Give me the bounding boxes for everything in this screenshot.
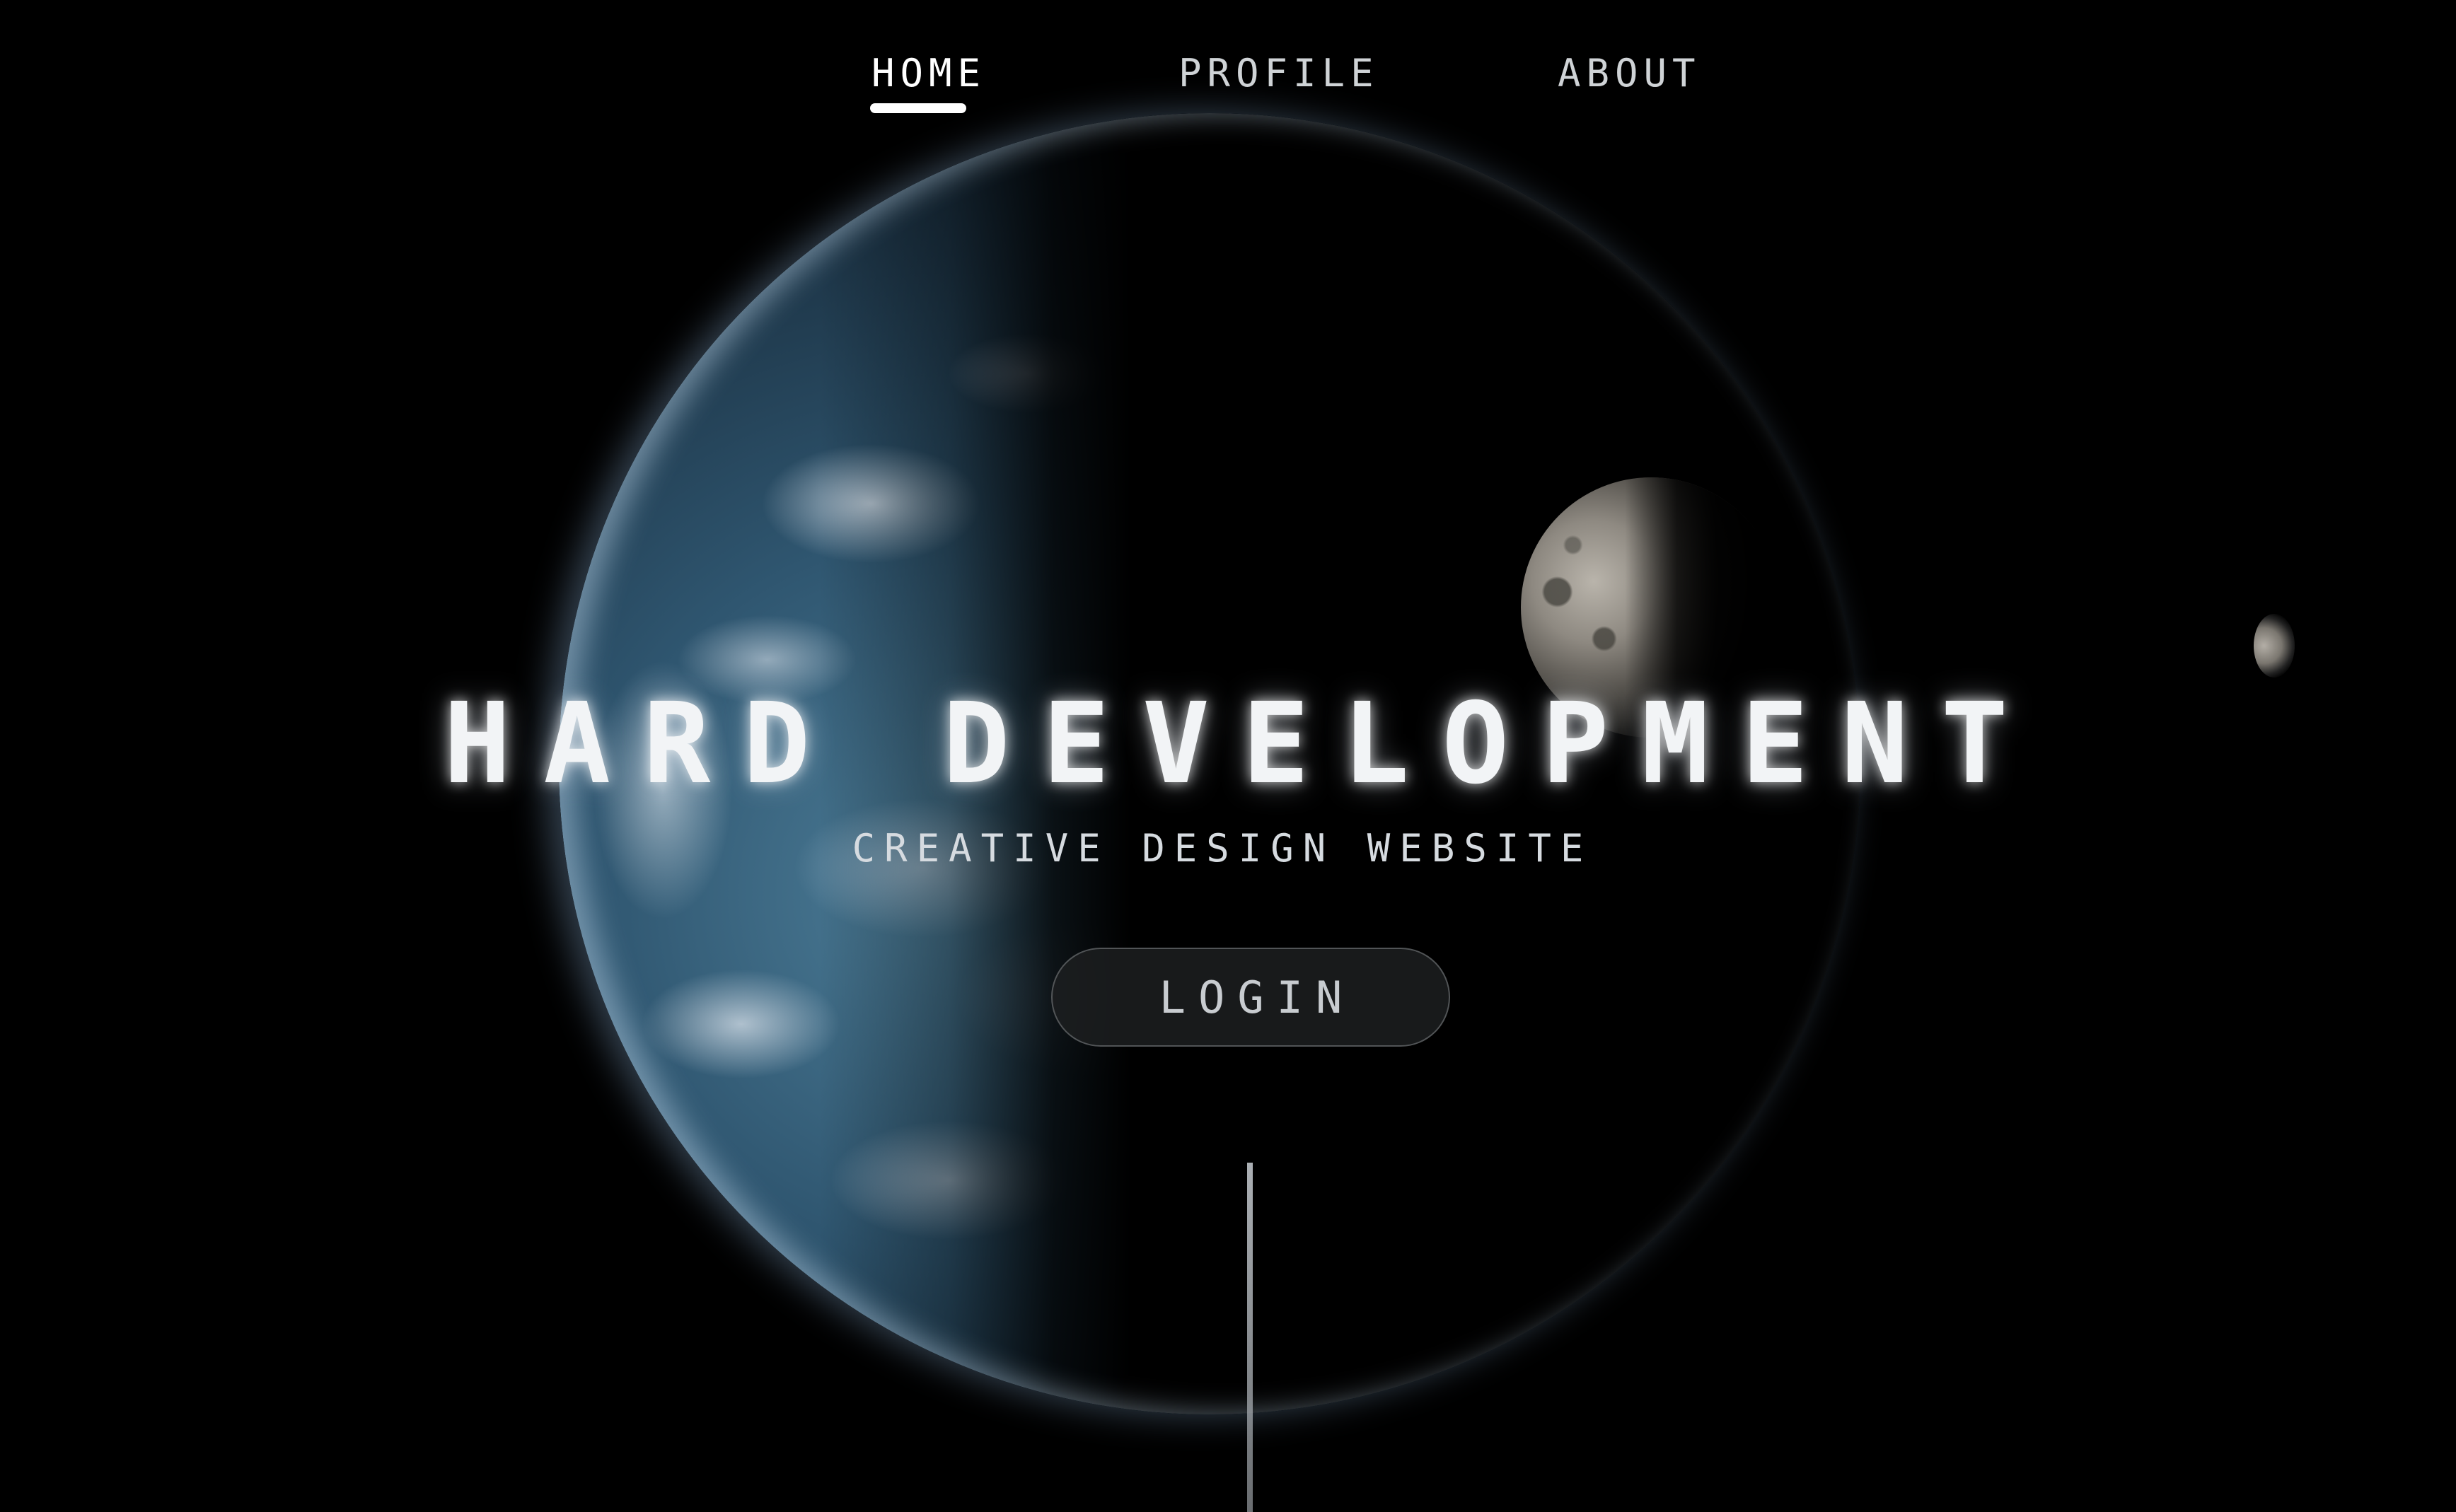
nav-link-about[interactable]: ABOUT <box>1558 51 1701 95</box>
hero-title: HARD DEVELOPMENT <box>444 679 2041 809</box>
nav-link-home[interactable]: HOME <box>871 51 986 95</box>
login-button-label: LOGIN <box>1159 971 1355 1023</box>
hero-subtitle: CREATIVE DESIGN WEBSITE <box>852 826 1593 871</box>
nav-active-indicator <box>870 103 966 113</box>
login-button[interactable]: LOGIN <box>1051 948 1450 1047</box>
landing-page: HOME PROFILE ABOUT HARD DEVELOPMENT CREA… <box>0 0 2456 1512</box>
scroll-indicator-line <box>1247 1163 1253 1512</box>
small-moon-image <box>2254 614 2295 678</box>
top-navigation: HOME PROFILE ABOUT <box>0 0 2456 127</box>
nav-link-profile[interactable]: PROFILE <box>1178 51 1379 95</box>
